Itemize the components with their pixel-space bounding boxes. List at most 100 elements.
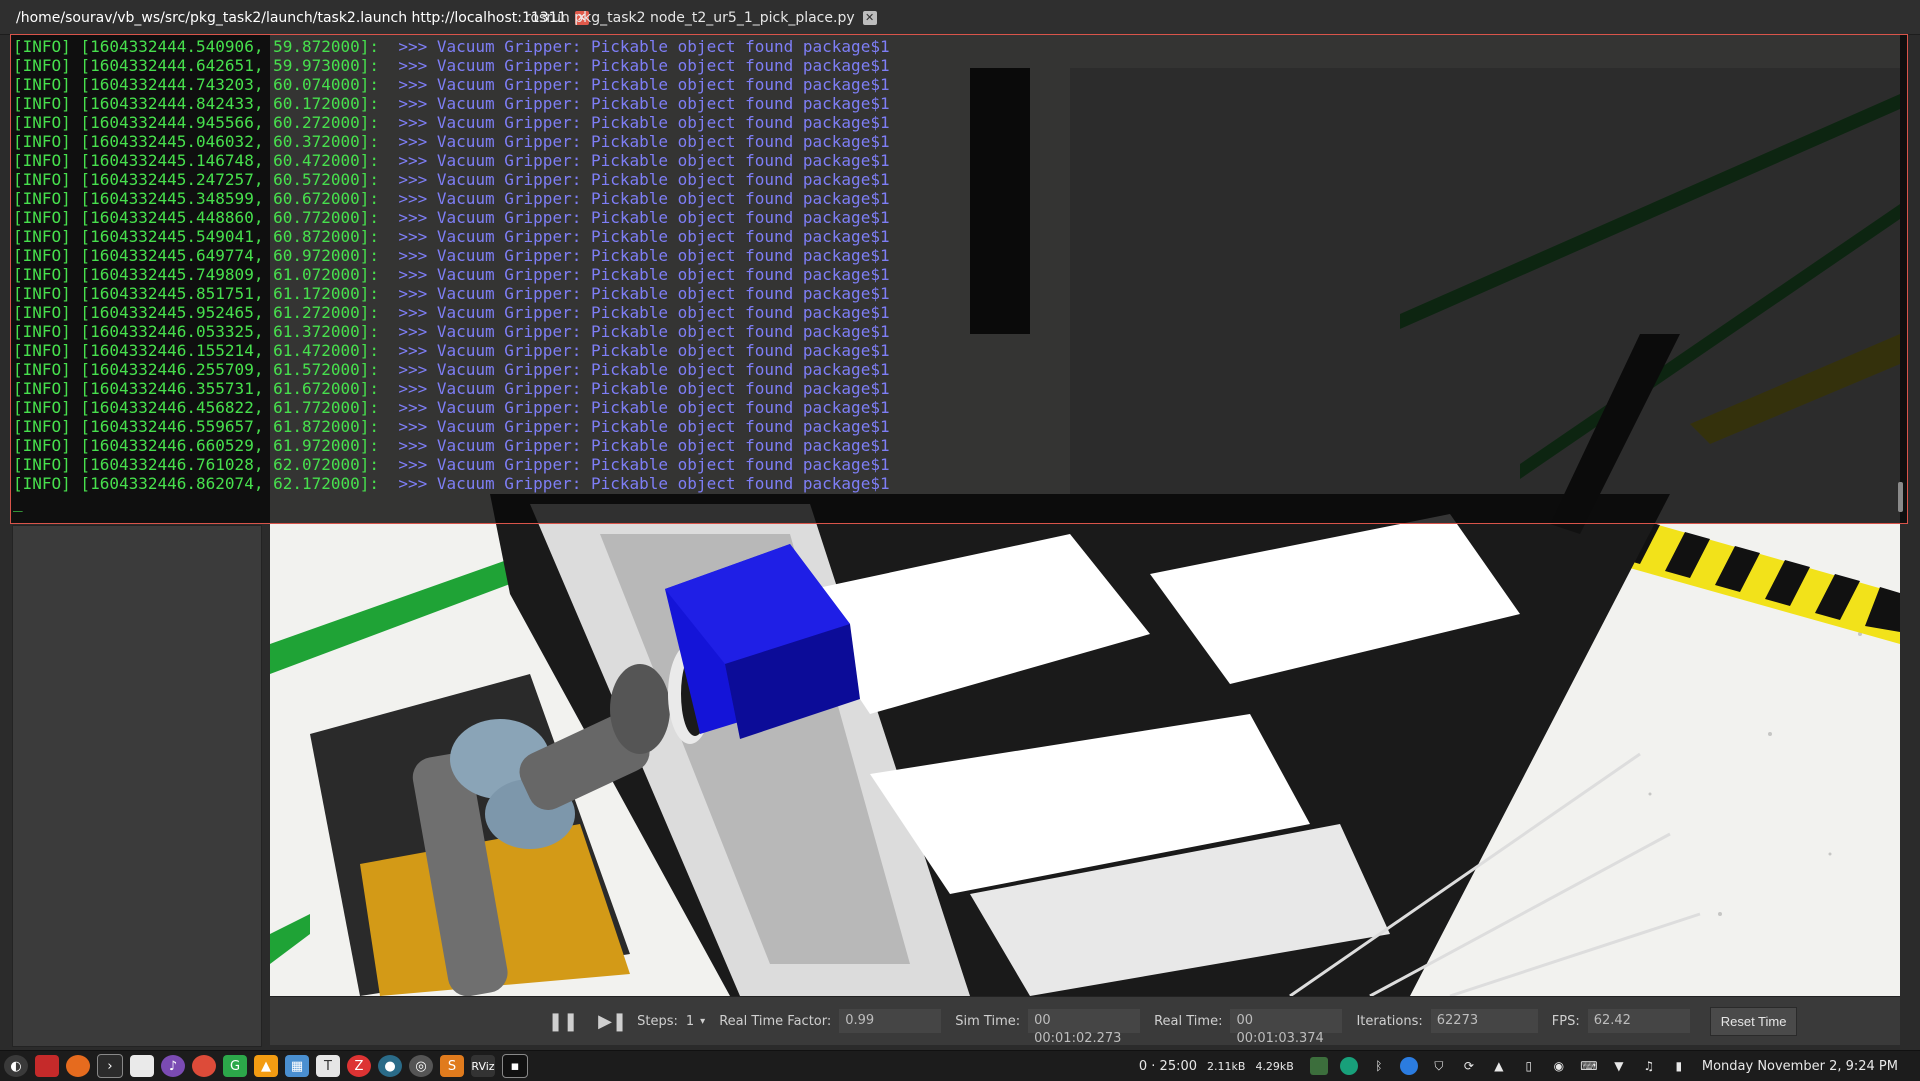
- log-message: >>> Vacuum Gripper: Pickable object foun…: [398, 208, 890, 227]
- log-prefix: [INFO] [1604332444.945566, 60.272000]:: [13, 113, 380, 132]
- log-message: >>> Vacuum Gripper: Pickable object foun…: [398, 398, 890, 417]
- log-prefix: [INFO] [1604332446.559657, 61.872000]:: [13, 417, 380, 436]
- log-message: >>> Vacuum Gripper: Pickable object foun…: [398, 284, 890, 303]
- log-line: [INFO] [1604332445.046032, 60.372000]: >…: [13, 132, 1905, 151]
- log-message: >>> Vacuum Gripper: Pickable object foun…: [398, 417, 890, 436]
- log-prefix: [INFO] [1604332446.155214, 61.472000]:: [13, 341, 380, 360]
- log-prefix: [INFO] [1604332445.549041, 60.872000]:: [13, 227, 380, 246]
- log-line: [INFO] [1604332444.743203, 60.074000]: >…: [13, 75, 1905, 94]
- log-prefix: [INFO] [1604332445.247257, 60.572000]:: [13, 170, 380, 189]
- log-message: >>> Vacuum Gripper: Pickable object foun…: [398, 341, 890, 360]
- system-tray: 0 · 25:00 2.11kB 4.29kB ᛒ ⛉ ⟳ ▲ ▯ ◉ ⌨ ▼ …: [1139, 1051, 1908, 1081]
- log-line: [INFO] [1604332446.255709, 61.572000]: >…: [13, 360, 1905, 379]
- log-message: >>> Vacuum Gripper: Pickable object foun…: [398, 56, 890, 75]
- log-prefix: [INFO] [1604332446.355731, 61.672000]:: [13, 379, 380, 398]
- log-line: [INFO] [1604332444.642651, 59.973000]: >…: [13, 56, 1905, 75]
- net-up-speed: 4.29kB: [1255, 1059, 1294, 1073]
- log-line: [INFO] [1604332444.842433, 60.172000]: >…: [13, 94, 1905, 113]
- log-prefix: [INFO] [1604332445.348599, 60.672000]:: [13, 189, 380, 208]
- git-icon[interactable]: G: [223, 1055, 247, 1077]
- log-line: [INFO] [1604332446.761028, 62.072000]: >…: [13, 455, 1905, 474]
- log-line: [INFO] [1604332445.851751, 61.172000]: >…: [13, 284, 1905, 303]
- log-prefix: [INFO] [1604332444.743203, 60.074000]:: [13, 75, 380, 94]
- tab-launch[interactable]: /home/sourav/vb_ws/src/pkg_task2/launch/…: [16, 6, 589, 30]
- ros-icon[interactable]: ●: [378, 1055, 402, 1077]
- log-prefix: [INFO] [1604332444.842433, 60.172000]:: [13, 94, 380, 113]
- steps-value[interactable]: 1: [686, 1014, 694, 1029]
- audio-icon[interactable]: ♪: [161, 1055, 185, 1077]
- log-prefix: [INFO] [1604332445.146748, 60.472000]:: [13, 151, 380, 170]
- log-prefix: [INFO] [1604332446.862074, 62.172000]:: [13, 474, 380, 493]
- terminal-scrollbar[interactable]: [1898, 482, 1903, 512]
- log-prefix: [INFO] [1604332446.053325, 61.372000]:: [13, 322, 380, 341]
- firefox-icon[interactable]: [66, 1055, 90, 1077]
- log-line: [INFO] [1604332446.559657, 61.872000]: >…: [13, 417, 1905, 436]
- log-line: [INFO] [1604332445.348599, 60.672000]: >…: [13, 189, 1905, 208]
- log-message: >>> Vacuum Gripper: Pickable object foun…: [398, 474, 890, 493]
- log-line: [INFO] [1604332444.945566, 60.272000]: >…: [13, 113, 1905, 132]
- steps-label: Steps:: [637, 1013, 678, 1029]
- log-line: [INFO] [1604332445.247257, 60.572000]: >…: [13, 170, 1905, 189]
- zotero-icon[interactable]: Z: [347, 1055, 371, 1077]
- terminal-log: [INFO] [1604332444.540906, 59.872000]: >…: [13, 37, 1905, 493]
- chevron-down-icon[interactable]: ▾: [700, 1016, 705, 1027]
- log-message: >>> Vacuum Gripper: Pickable object foun…: [398, 113, 890, 132]
- log-message: >>> Vacuum Gripper: Pickable object foun…: [398, 170, 890, 189]
- power-icon[interactable]: ▲: [1490, 1057, 1508, 1075]
- log-line: [INFO] [1604332445.749809, 61.072000]: >…: [13, 265, 1905, 284]
- net-down-speed: 2.11kB: [1207, 1059, 1246, 1073]
- vlc-icon[interactable]: ▲: [254, 1055, 278, 1077]
- wifi-icon[interactable]: ▼: [1610, 1057, 1628, 1075]
- log-message: >>> Vacuum Gripper: Pickable object foun…: [398, 455, 890, 474]
- clipboard-icon[interactable]: ▯: [1520, 1057, 1538, 1075]
- system-monitor-icon[interactable]: [1309, 1057, 1328, 1075]
- sublime-icon[interactable]: S: [440, 1055, 464, 1077]
- log-prefix: [INFO] [1604332445.851751, 61.172000]:: [13, 284, 380, 303]
- log-prefix: [INFO] [1604332446.255709, 61.572000]:: [13, 360, 380, 379]
- text-editor-icon[interactable]: T: [316, 1055, 340, 1077]
- terminal-app-icon[interactable]: ›: [97, 1054, 123, 1078]
- log-line: [INFO] [1604332446.355731, 61.672000]: >…: [13, 379, 1905, 398]
- settings-icon[interactable]: ◎: [409, 1055, 433, 1077]
- grid-app-icon[interactable]: ▦: [285, 1055, 309, 1077]
- gazebo-side-panel[interactable]: [12, 525, 262, 1047]
- keyboard-icon[interactable]: ⌨: [1580, 1057, 1598, 1075]
- log-prefix: [INFO] [1604332445.046032, 60.372000]:: [13, 132, 380, 151]
- close-icon[interactable]: ✕: [862, 11, 877, 25]
- update-icon[interactable]: ⟳: [1460, 1057, 1478, 1075]
- log-message: >>> Vacuum Gripper: Pickable object foun…: [398, 227, 890, 246]
- vpn-icon[interactable]: [1339, 1057, 1358, 1075]
- app-menu-icon[interactable]: ◐: [4, 1055, 28, 1077]
- nvidia-icon[interactable]: ◉: [1550, 1057, 1568, 1075]
- gazebo-bottom-toolbar: ❚❚ ▶❚ Steps: 1 ▾ Real Time Factor: 0.99 …: [270, 996, 1900, 1046]
- sim-time-label: Sim Time:: [955, 1013, 1021, 1029]
- music-icon[interactable]: ♫: [1640, 1057, 1658, 1075]
- shield-icon[interactable]: ⛉: [1430, 1057, 1448, 1075]
- terminal-cursor: _: [13, 493, 23, 512]
- step-icon[interactable]: ▶❚: [598, 1011, 627, 1032]
- log-message: >>> Vacuum Gripper: Pickable object foun…: [398, 246, 890, 265]
- reset-time-button[interactable]: Reset Time: [1709, 1006, 1798, 1036]
- clock[interactable]: Monday November 2, 9:24 PM: [1702, 1059, 1898, 1074]
- bluetooth-icon[interactable]: ᛒ: [1370, 1057, 1388, 1075]
- log-message: >>> Vacuum Gripper: Pickable object foun…: [398, 37, 890, 56]
- rviz-icon[interactable]: RViz: [471, 1055, 495, 1077]
- log-line: [INFO] [1604332446.155214, 61.472000]: >…: [13, 341, 1905, 360]
- chrome-icon[interactable]: [192, 1055, 216, 1077]
- bluetooth-manager-icon[interactable]: [1399, 1057, 1418, 1075]
- pause-icon[interactable]: ❚❚: [548, 1011, 578, 1032]
- log-message: >>> Vacuum Gripper: Pickable object foun…: [398, 132, 890, 151]
- tab-rosrun[interactable]: rosrun pkg_task2 node_t2_ur5_1_pick_plac…: [525, 6, 877, 30]
- sim-time-value: 00 00:01:02.273: [1028, 1009, 1141, 1046]
- log-line: [INFO] [1604332445.448860, 60.772000]: >…: [13, 208, 1905, 227]
- files-icon[interactable]: [130, 1055, 154, 1077]
- terminal-running-icon[interactable]: ▪: [502, 1054, 528, 1078]
- rtf-value: 0.99: [839, 1009, 942, 1033]
- terminal-window[interactable]: [INFO] [1604332444.540906, 59.872000]: >…: [10, 34, 1908, 524]
- battery-icon[interactable]: ▮: [1670, 1057, 1688, 1075]
- real-time-label: Real Time:: [1154, 1013, 1223, 1029]
- show-desktop-icon[interactable]: [35, 1055, 59, 1077]
- pomodoro-timer[interactable]: 0 · 25:00: [1139, 1059, 1197, 1074]
- log-line: [INFO] [1604332445.146748, 60.472000]: >…: [13, 151, 1905, 170]
- log-line: [INFO] [1604332446.862074, 62.172000]: >…: [13, 474, 1905, 493]
